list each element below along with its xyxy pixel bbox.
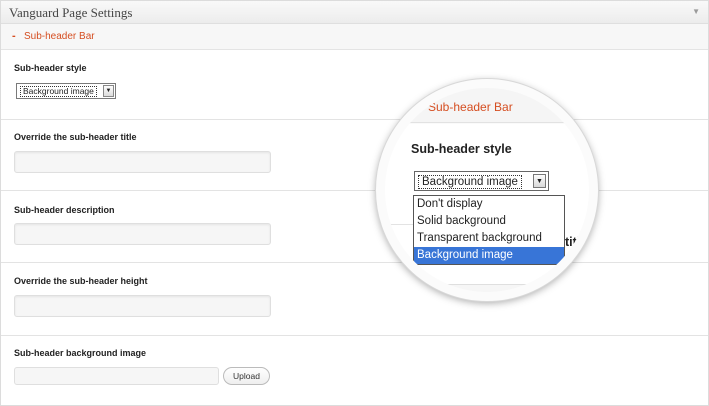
panel-toggle-icon[interactable]: ▼	[692, 7, 700, 16]
magnifier-callout: Sub-header Bar Sub-header style Backgrou…	[376, 79, 598, 301]
subheader-style-label: Sub-header style	[14, 63, 87, 73]
dropdown-arrow-icon[interactable]: ▼	[103, 85, 114, 97]
description-input[interactable]	[14, 223, 271, 245]
magnified-dropdown-arrow-icon: ▼	[533, 174, 546, 188]
dropdown-option: Transparent background	[417, 232, 542, 244]
subheader-style-value: Background image	[20, 86, 97, 97]
magnified-field-label: Sub-header style	[411, 142, 512, 156]
magnified-dropdown-list: Don't display Solid background Transpare…	[413, 195, 565, 265]
subheader-style-select[interactable]: Background image ▼	[16, 83, 116, 99]
magnified-section-title: Sub-header Bar	[428, 100, 513, 114]
override-title-label: Override the sub-header title	[14, 132, 137, 142]
magnified-select: Background image ▼	[414, 171, 549, 191]
collapse-icon[interactable]: -	[12, 30, 16, 42]
background-image-label: Sub-header background image	[14, 348, 147, 358]
upload-button[interactable]: Upload	[223, 367, 270, 385]
override-title-input[interactable]	[14, 151, 271, 173]
description-label: Sub-header description	[14, 205, 115, 215]
magnified-select-value: Background image	[418, 175, 522, 189]
override-height-input[interactable]	[14, 295, 271, 317]
panel-titlebar[interactable]: Vanguard Page Settings ▼	[1, 1, 708, 24]
dropdown-option-selected: Background image	[414, 247, 564, 264]
magnified-peek-text: titl	[565, 235, 581, 249]
override-height-label: Override the sub-header height	[14, 276, 148, 286]
background-image-input[interactable]	[14, 367, 219, 385]
magnified-divider	[385, 224, 413, 225]
section-header[interactable]: - Sub-header Bar	[1, 24, 708, 50]
settings-panel: Vanguard Page Settings ▼ - Sub-header Ba…	[0, 0, 709, 406]
panel-title: Vanguard Page Settings	[9, 5, 133, 20]
dropdown-option: Don't display	[417, 198, 483, 210]
section-title[interactable]: Sub-header Bar	[24, 31, 95, 42]
dropdown-option: Solid background	[417, 215, 506, 227]
